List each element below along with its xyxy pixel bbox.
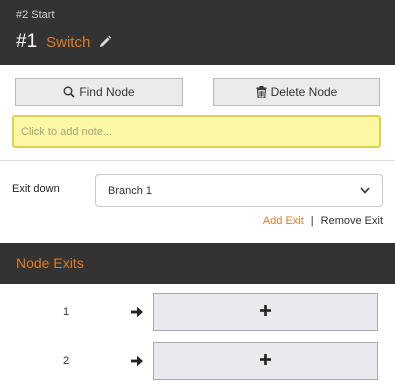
exit-row: 1 bbox=[0, 293, 395, 331]
exit-row: 2 bbox=[0, 342, 395, 380]
add-exit-target-button[interactable] bbox=[153, 293, 378, 331]
delete-node-label: Delete Node bbox=[270, 85, 338, 99]
chevron-down-icon bbox=[360, 187, 370, 194]
find-node-button[interactable]: Find Node bbox=[15, 78, 183, 106]
node-exits-title: Node Exits bbox=[16, 255, 84, 271]
node-number: #1 bbox=[16, 31, 38, 52]
plus-icon bbox=[260, 352, 271, 370]
arrow-right-icon bbox=[130, 354, 144, 368]
exit-down-value: Branch 1 bbox=[108, 184, 153, 197]
node-header: #2 Start #1 Switch bbox=[0, 0, 395, 65]
delete-node-button[interactable]: Delete Node bbox=[213, 78, 380, 106]
exit-number: 2 bbox=[62, 355, 70, 367]
exit-number: 1 bbox=[62, 306, 70, 318]
link-separator: | bbox=[310, 215, 314, 227]
note-placeholder: Click to add note... bbox=[21, 125, 113, 138]
divider bbox=[0, 160, 395, 161]
breadcrumb[interactable]: #2 Start bbox=[16, 9, 55, 21]
trash-icon bbox=[256, 86, 267, 98]
pencil-icon[interactable] bbox=[98, 35, 112, 49]
exit-down-label: Exit down bbox=[12, 183, 60, 195]
exit-down-select[interactable]: Branch 1 bbox=[95, 174, 383, 207]
add-exit-target-button[interactable] bbox=[153, 342, 378, 380]
note-field[interactable]: Click to add note... bbox=[12, 115, 381, 148]
remove-exit-link[interactable]: Remove Exit bbox=[321, 215, 383, 227]
node-exits-header: Node Exits bbox=[0, 243, 395, 284]
plus-icon bbox=[260, 303, 271, 321]
node-title: #1 Switch bbox=[16, 30, 112, 54]
add-exit-link[interactable]: Add Exit bbox=[263, 215, 304, 227]
exit-links: Add Exit | Remove Exit bbox=[263, 215, 383, 227]
arrow-right-icon bbox=[130, 305, 144, 319]
find-node-label: Find Node bbox=[79, 85, 135, 99]
search-icon bbox=[63, 86, 75, 98]
node-name[interactable]: Switch bbox=[46, 34, 90, 51]
